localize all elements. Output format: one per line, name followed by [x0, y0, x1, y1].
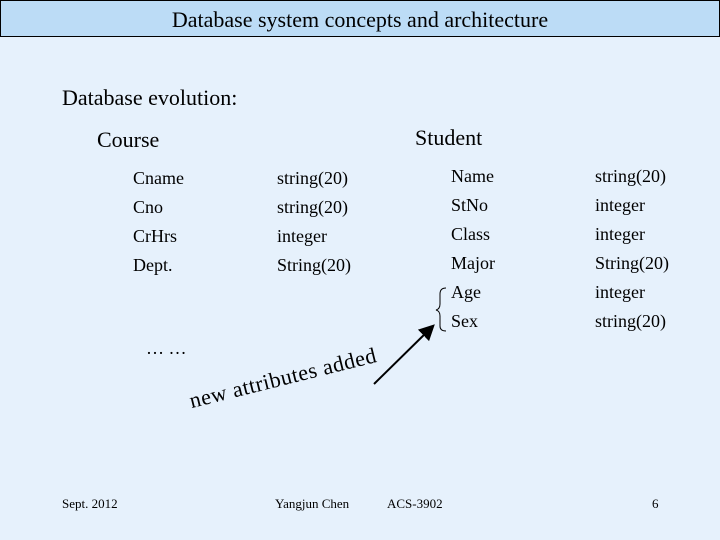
- course-attr: Cno: [133, 197, 164, 217]
- curly-brace-icon: [435, 287, 447, 332]
- footer-course-code: ACS-3902: [387, 496, 443, 511]
- ellipsis: … …: [146, 338, 187, 358]
- course-attribute-list: Cname Cno CrHrs Dept.: [133, 164, 184, 280]
- arrow-icon: [373, 324, 435, 385]
- student-type: string(20): [595, 166, 666, 186]
- slide-title-bar: Database system concepts and architectur…: [0, 0, 720, 37]
- student-type: integer: [595, 282, 645, 302]
- page-number: 6: [652, 496, 659, 511]
- slide-subtitle: Database evolution:: [62, 85, 238, 110]
- student-attr: Name: [451, 166, 494, 186]
- course-label: Course: [97, 127, 160, 152]
- course-attr: Cname: [133, 168, 184, 188]
- course-attr: Dept.: [133, 255, 173, 275]
- student-attr: Age: [451, 282, 481, 302]
- course-attr: CrHrs: [133, 226, 177, 246]
- course-type: string(20): [277, 168, 348, 188]
- student-attr: Class: [451, 224, 491, 244]
- student-type-list: string(20) integer integer String(20) in…: [595, 162, 669, 336]
- annotation-text: new attributes added: [186, 342, 380, 414]
- course-type: string(20): [277, 197, 348, 217]
- student-attr: Sex: [451, 311, 478, 331]
- slide-title: Database system concepts and architectur…: [171, 6, 549, 32]
- student-type: integer: [595, 224, 645, 244]
- student-type: integer: [595, 195, 645, 215]
- student-label: Student: [415, 125, 483, 150]
- student-attr: StNo: [451, 195, 489, 215]
- course-type: String(20): [277, 255, 351, 275]
- student-type: string(20): [595, 311, 666, 331]
- footer-date: Sept. 2012: [62, 496, 118, 511]
- student-type: String(20): [595, 253, 669, 273]
- footer-author: Yangjun Chen: [275, 496, 350, 511]
- student-attribute-list: Name StNo Class Major Age Sex: [451, 162, 495, 336]
- course-type-list: string(20) string(20) integer String(20): [277, 164, 351, 280]
- course-type: integer: [277, 226, 327, 246]
- student-attr: Major: [451, 253, 495, 273]
